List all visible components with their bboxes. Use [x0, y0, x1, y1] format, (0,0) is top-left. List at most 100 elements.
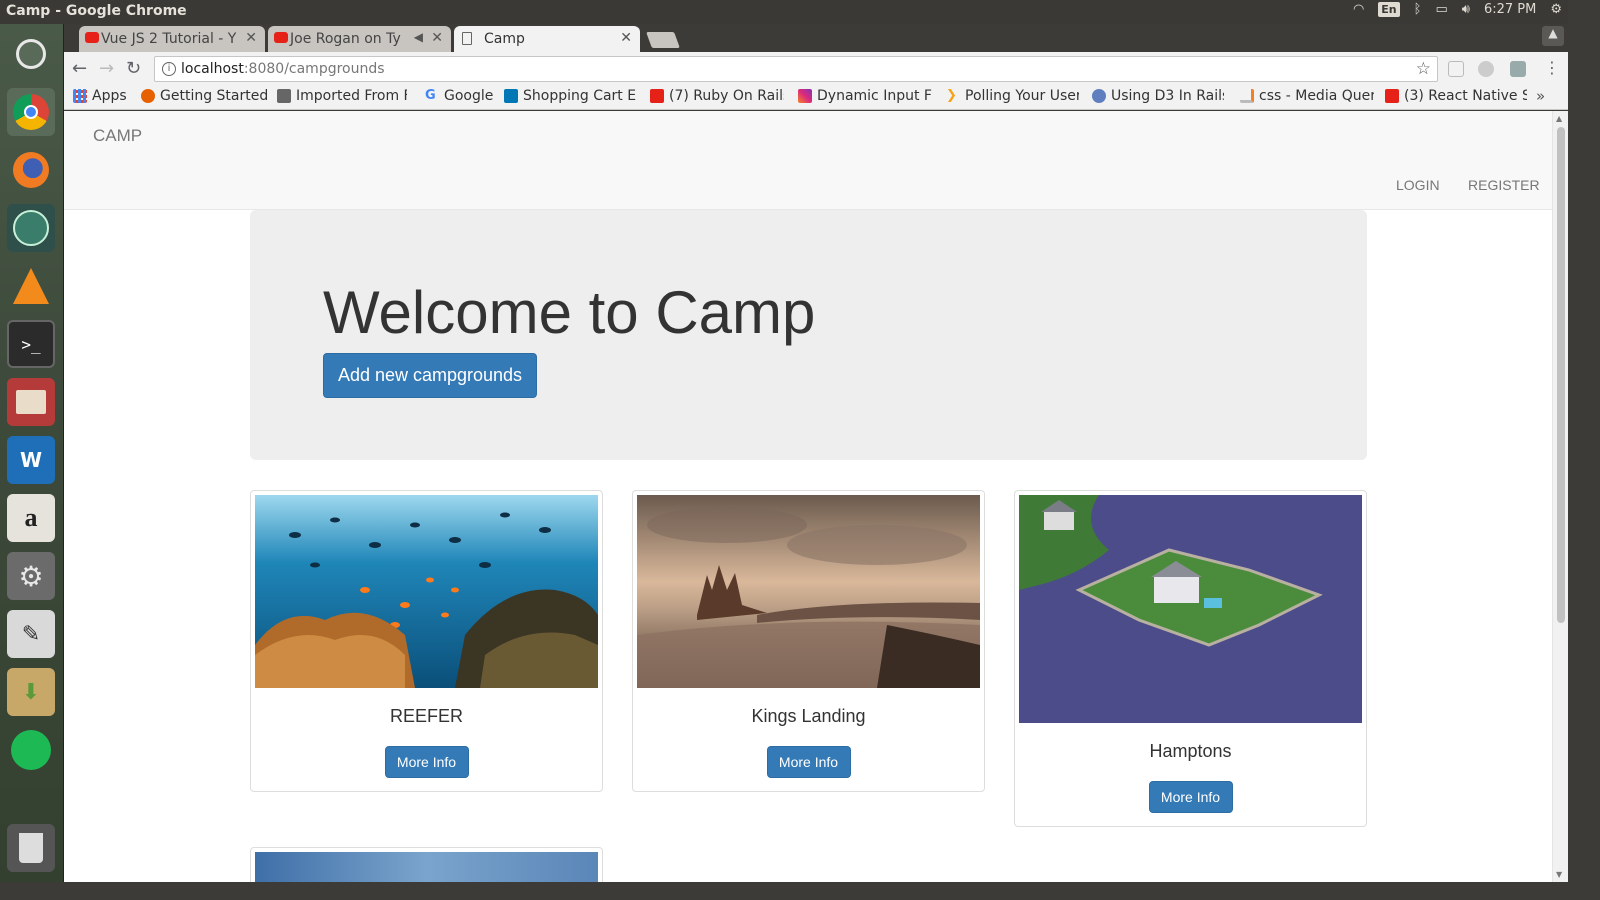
trash-icon[interactable]	[7, 824, 55, 872]
amazon-icon[interactable]: a	[7, 494, 55, 542]
volume-icon[interactable]: 🔊︎	[1462, 2, 1470, 17]
system-settings-icon[interactable]: ⚙	[7, 552, 55, 600]
archive-manager-icon[interactable]: ⬇	[7, 668, 55, 716]
close-tab-icon[interactable]: ✕	[620, 30, 632, 46]
bookmark-react-native[interactable]: (3) React Native S	[1385, 88, 1527, 104]
bookmark-polling[interactable]: ❯ Polling Your User	[946, 88, 1079, 104]
battery-icon[interactable]: ▭	[1435, 2, 1447, 17]
add-campground-button[interactable]: Add new campgrounds	[323, 353, 537, 398]
bookmark-label: Shopping Cart Ex	[523, 88, 636, 104]
firefox-icon	[141, 89, 155, 103]
extension-grid-icon[interactable]	[1510, 61, 1526, 77]
site-brand-link[interactable]: CAMP	[93, 126, 142, 146]
bookmarks-bar: Apps Getting Started Imported From F G G…	[64, 86, 1568, 110]
bookmark-imported[interactable]: Imported From F	[277, 88, 407, 104]
codepen-icon: ❯	[946, 88, 957, 103]
forward-arrow-icon[interactable]: →	[99, 58, 114, 79]
youtube-icon	[650, 89, 664, 103]
more-bookmarks-chevron-icon[interactable]: »	[1536, 87, 1545, 105]
apps-grid-icon	[73, 89, 87, 103]
settings-gear-icon[interactable]: ⚙	[1550, 2, 1562, 17]
bookmark-ruby-on-rails[interactable]: (7) Ruby On Rails	[650, 88, 784, 104]
window-title: Camp - Google Chrome	[6, 3, 187, 19]
vlc-icon[interactable]	[7, 262, 55, 310]
scrollbar-thumb[interactable]	[1557, 127, 1565, 623]
bookmark-css-media[interactable]: css - Media Quer	[1240, 88, 1374, 104]
keyboard-layout-indicator[interactable]: En	[1378, 2, 1400, 17]
campground-card: Hamptons More Info	[1014, 490, 1367, 827]
campground-name: Kings Landing	[751, 706, 866, 726]
bookmark-dynamic-input[interactable]: Dynamic Input Fi	[798, 88, 932, 104]
bookmark-d3-rails[interactable]: Using D3 In Rails	[1092, 88, 1224, 104]
campground-card: REEFER More Info	[250, 490, 603, 792]
bookmark-label: Polling Your User	[965, 88, 1079, 104]
clock[interactable]: 6:27 PM	[1484, 2, 1536, 17]
campground-image[interactable]	[1019, 495, 1362, 723]
google-icon: G	[425, 88, 436, 103]
system-monitor-icon[interactable]: W	[7, 436, 55, 484]
bookmark-google[interactable]: G Google	[425, 88, 493, 104]
linkedin-icon	[504, 89, 518, 103]
login-link[interactable]: LOGIN	[1396, 177, 1440, 193]
bluetooth-icon[interactable]: ᛒ	[1414, 2, 1422, 17]
reload-icon[interactable]: ↻	[126, 58, 141, 79]
bookmark-label: css - Media Quer	[1259, 88, 1374, 104]
tab-label: Camp	[484, 31, 525, 47]
url-host: localhost	[181, 61, 244, 77]
close-tab-icon[interactable]: ✕	[245, 30, 257, 46]
extension-cast-icon[interactable]	[1448, 61, 1464, 77]
tab-camp[interactable]: Camp ✕	[454, 26, 640, 52]
campground-image[interactable]	[255, 852, 598, 882]
audio-playing-icon[interactable]: ◀	[414, 30, 423, 44]
scroll-down-arrow-icon[interactable]: ▼	[1556, 870, 1562, 879]
bookmark-apps[interactable]: Apps	[73, 88, 127, 104]
register-link[interactable]: REGISTER	[1468, 177, 1540, 193]
tab-joe-rogan[interactable]: Joe Rogan on Ty ◀ ✕	[268, 26, 451, 52]
more-info-button[interactable]: More Info	[384, 746, 469, 778]
atom-editor-icon[interactable]	[7, 204, 55, 252]
profile-icon[interactable]: ▲	[1542, 26, 1564, 46]
bookmark-label: (3) React Native S	[1404, 88, 1527, 104]
ubuntu-dash-icon[interactable]	[7, 30, 55, 78]
bookmark-label: Dynamic Input Fi	[817, 88, 932, 104]
page-viewport: CAMP LOGIN REGISTER Welcome to Camp Add …	[64, 111, 1568, 882]
more-info-button[interactable]: More Info	[1148, 781, 1233, 813]
file-manager-icon[interactable]	[7, 378, 55, 426]
campground-image[interactable]	[637, 495, 980, 688]
text-editor-icon[interactable]: ✎	[7, 610, 55, 658]
bookmark-label: (7) Ruby On Rails	[669, 88, 784, 104]
campground-image[interactable]	[255, 495, 598, 688]
hero-jumbotron: Welcome to Camp Add new campgrounds	[250, 210, 1367, 460]
terminal-icon[interactable]: >_	[7, 320, 55, 368]
folder-icon	[277, 89, 291, 103]
more-info-button[interactable]: More Info	[766, 746, 851, 778]
campground-name: Hamptons	[1149, 741, 1232, 761]
bookmark-shopping-cart[interactable]: Shopping Cart Ex	[504, 88, 636, 104]
site-navbar: CAMP LOGIN REGISTER	[64, 111, 1552, 210]
hero-heading: Welcome to Camp	[323, 279, 816, 346]
chrome-menu-icon[interactable]: ⋮	[1544, 58, 1560, 77]
bookmark-label: Google	[444, 88, 494, 104]
new-tab-button[interactable]	[646, 32, 680, 48]
bookmark-label: Using D3 In Rails	[1111, 88, 1224, 104]
page-scrollbar[interactable]: ▲ ▼	[1552, 111, 1568, 882]
address-bar[interactable]: i localhost:8080/campgrounds ☆	[154, 56, 1438, 82]
scroll-up-arrow-icon[interactable]: ▲	[1556, 114, 1562, 123]
wifi-icon[interactable]: ◠	[1353, 2, 1364, 17]
spotify-icon[interactable]	[7, 726, 55, 774]
chrome-icon[interactable]	[7, 88, 55, 136]
firefox-icon[interactable]	[7, 146, 55, 194]
close-tab-icon[interactable]: ✕	[431, 30, 443, 46]
bookmark-getting-started[interactable]: Getting Started	[141, 88, 268, 104]
url-path: :8080/campgrounds	[243, 61, 385, 77]
extension-sync-icon[interactable]	[1478, 61, 1494, 77]
back-arrow-icon[interactable]: ←	[72, 58, 87, 79]
browser-toolbar: ← → ↻ i localhost:8080/campgrounds ☆ ⋮	[64, 52, 1568, 86]
tab-label: Vue JS 2 Tutorial - Y	[101, 31, 237, 47]
campground-name: REEFER	[389, 706, 463, 726]
site-info-icon[interactable]: i	[162, 62, 176, 76]
tab-vue-tutorial[interactable]: Vue JS 2 Tutorial - Y ✕	[79, 26, 265, 52]
youtube-icon	[1385, 89, 1399, 103]
bookmark-star-icon[interactable]: ☆	[1416, 59, 1431, 79]
tab-strip: Vue JS 2 Tutorial - Y ✕ Joe Rogan on Ty …	[64, 24, 1568, 52]
